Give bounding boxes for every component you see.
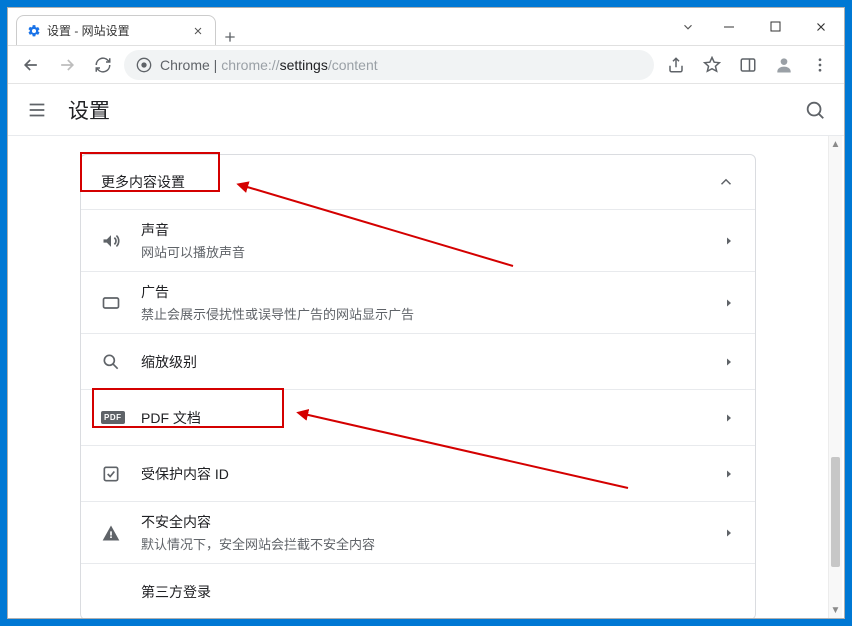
- scrollbar-thumb[interactable]: [831, 457, 840, 567]
- url-sep: |: [210, 57, 221, 73]
- site-info-icon[interactable]: [136, 57, 152, 73]
- bookmark-star-icon[interactable]: [696, 50, 728, 80]
- settings-card: 更多内容设置 声音 网站可以播放声音: [80, 154, 756, 618]
- collapse-chevron-up-icon: [717, 173, 735, 191]
- window-maximize-button[interactable]: [752, 12, 798, 42]
- url-path: /content: [328, 57, 378, 73]
- sound-icon: [101, 231, 121, 251]
- row-title: 声音: [141, 220, 723, 240]
- section-title: 更多内容设置: [101, 172, 185, 192]
- row-title: PDF 文档: [141, 408, 723, 428]
- row-title: 广告: [141, 282, 723, 302]
- row-title: 第三方登录: [141, 582, 735, 602]
- tab-overflow-chevron-icon[interactable]: [670, 12, 706, 42]
- profile-avatar-icon[interactable]: [768, 50, 800, 80]
- chevron-right-icon: [723, 412, 735, 424]
- page-title: 设置: [68, 95, 110, 125]
- tab-favicon-gear-icon: [27, 24, 41, 38]
- chevron-right-icon: [723, 297, 735, 309]
- settings-header: 设置: [8, 84, 844, 136]
- browser-toolbar: Chrome | chrome://settings/content: [8, 46, 844, 84]
- chrome-menu-icon[interactable]: [804, 50, 836, 80]
- row-title: 受保护内容 ID: [141, 464, 723, 484]
- setting-row-third-party-signin[interactable]: 第三方登录: [81, 563, 755, 618]
- setting-row-sound[interactable]: 声音 网站可以播放声音: [81, 209, 755, 271]
- window-controls: [670, 8, 844, 45]
- url-host: settings: [280, 57, 328, 73]
- nav-forward-button: [52, 50, 82, 80]
- scroll-up-arrow-icon[interactable]: ▲: [829, 136, 842, 152]
- warning-icon: [101, 523, 121, 543]
- ads-icon: [101, 293, 121, 313]
- setting-row-ads[interactable]: 广告 禁止会展示侵扰性或误导性广告的网站显示广告: [81, 271, 755, 333]
- setting-row-protected-content[interactable]: 受保护内容 ID: [81, 445, 755, 501]
- new-tab-button[interactable]: [216, 29, 244, 45]
- row-subtitle: 网站可以播放声音: [141, 242, 723, 261]
- share-icon[interactable]: [660, 50, 692, 80]
- browser-tab[interactable]: 设置 - 网站设置: [16, 15, 216, 45]
- verified-icon: [101, 464, 121, 484]
- setting-row-insecure-content[interactable]: 不安全内容 默认情况下，安全网站会拦截不安全内容: [81, 501, 755, 563]
- nav-back-button[interactable]: [16, 50, 46, 80]
- side-panel-icon[interactable]: [732, 50, 764, 80]
- hamburger-menu-icon[interactable]: [26, 99, 48, 121]
- chevron-right-icon: [723, 235, 735, 247]
- tabstrip: 设置 - 网站设置: [8, 8, 670, 45]
- row-title: 不安全内容: [141, 512, 723, 532]
- url-text: Chrome | chrome://settings/content: [160, 57, 378, 73]
- setting-row-zoom[interactable]: 缩放级别: [81, 333, 755, 389]
- content-area: 更多内容设置 声音 网站可以播放声音: [8, 136, 844, 618]
- chevron-right-icon: [723, 468, 735, 480]
- scrollbar-track[interactable]: [829, 152, 842, 602]
- reload-button[interactable]: [88, 50, 118, 80]
- window-minimize-button[interactable]: [706, 12, 752, 42]
- row-title: 缩放级别: [141, 352, 723, 372]
- magnifier-icon: [101, 352, 121, 372]
- pdf-icon: PDF: [101, 411, 125, 424]
- url-prefix: Chrome: [160, 57, 210, 73]
- titlebar: 设置 - 网站设置: [8, 8, 844, 46]
- address-bar[interactable]: Chrome | chrome://settings/content: [124, 50, 654, 80]
- chevron-right-icon: [723, 527, 735, 539]
- window-close-button[interactable]: [798, 12, 844, 42]
- scroll-down-arrow-icon[interactable]: ▼: [829, 602, 842, 618]
- more-content-settings-header[interactable]: 更多内容设置: [81, 155, 755, 209]
- chevron-right-icon: [723, 356, 735, 368]
- tab-title: 设置 - 网站设置: [47, 22, 185, 39]
- search-settings-icon[interactable]: [804, 99, 826, 121]
- toolbar-actions: [660, 50, 836, 80]
- url-scheme: chrome://: [221, 57, 279, 73]
- tab-close-icon[interactable]: [191, 24, 205, 38]
- vertical-scrollbar[interactable]: ▲ ▼: [828, 136, 842, 618]
- row-subtitle: 默认情况下，安全网站会拦截不安全内容: [141, 534, 723, 553]
- setting-row-pdf[interactable]: PDF PDF 文档: [81, 389, 755, 445]
- row-subtitle: 禁止会展示侵扰性或误导性广告的网站显示广告: [141, 304, 723, 323]
- browser-window: 设置 - 网站设置: [7, 7, 845, 619]
